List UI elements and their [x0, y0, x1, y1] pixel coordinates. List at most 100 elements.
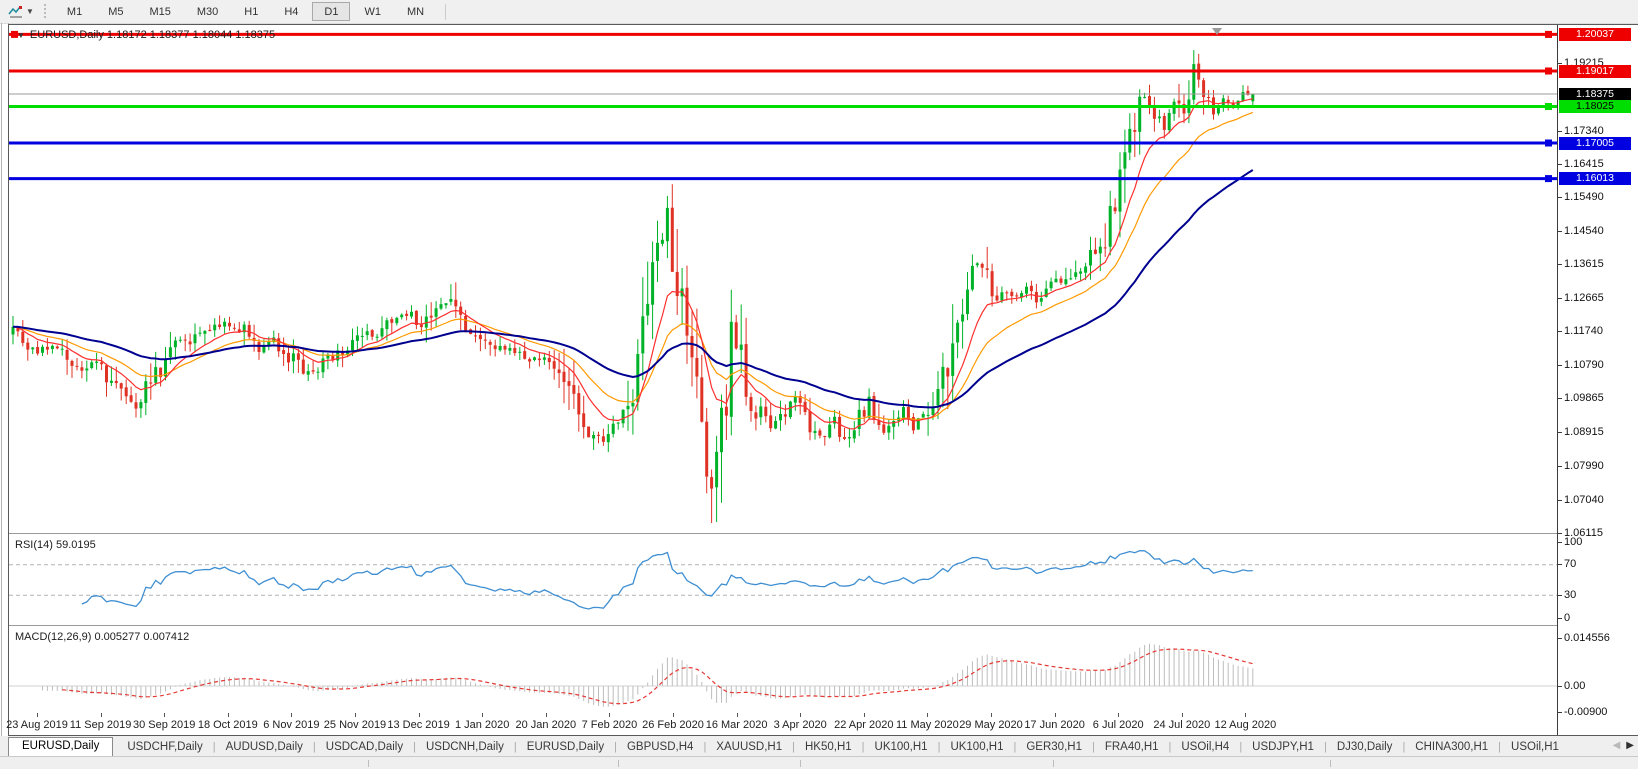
- price-tick-label: 1.11740: [1564, 325, 1603, 338]
- chart-title-text: EURUSD,Daily 1.18172 1.18377 1.18044 1.1…: [30, 29, 275, 41]
- timeframe-button-m30[interactable]: M30: [185, 2, 230, 21]
- chart-tab-usoil-h4[interactable]: USOil,H4: [1171, 739, 1239, 756]
- price-tick-label: 1.14540: [1564, 225, 1604, 238]
- toolbar-caret-icon[interactable]: ▼: [26, 7, 34, 16]
- chart-tab-uk100-h1[interactable]: UK100,H1: [940, 739, 1013, 756]
- price-chart-canvas[interactable]: [9, 25, 1557, 533]
- chart-tab-ger30-h1[interactable]: GER30,H1: [1016, 739, 1092, 756]
- rsi-axis-label: 100: [1564, 536, 1582, 549]
- time-axis-tick: [737, 713, 738, 717]
- level-price-badge: 1.16013: [1559, 172, 1631, 185]
- title-caret-icon[interactable]: ▼: [17, 31, 25, 40]
- price-tick-label: 1.07990: [1564, 460, 1604, 473]
- macd-axis-label: 0.00: [1564, 680, 1585, 693]
- level-price-badge: 1.18025: [1559, 100, 1631, 113]
- macd-axis-label: 0.014556: [1564, 632, 1610, 645]
- timeframe-button-w1[interactable]: W1: [352, 2, 393, 21]
- time-axis-tick: [419, 713, 420, 717]
- toolbar-separator: [445, 4, 446, 20]
- price-tick-label: 1.15490: [1564, 191, 1604, 204]
- price-tick-label: 1.08915: [1564, 426, 1604, 439]
- strip-separator: [1330, 760, 1331, 767]
- price-axis[interactable]: 1.192151.173401.164151.154901.145401.136…: [1557, 25, 1638, 735]
- timeframe-button-mn[interactable]: MN: [395, 2, 436, 21]
- time-axis-tick: [673, 713, 674, 717]
- time-axis-tick: [228, 713, 229, 717]
- time-axis-tick: [800, 713, 801, 717]
- chart-window: ▼ EURUSD,Daily 1.18172 1.18377 1.18044 1.…: [8, 24, 1638, 736]
- tab-scroll-right-icon[interactable]: ▶: [1626, 738, 1634, 754]
- strip-separator: [368, 760, 369, 767]
- chart-tools-icon[interactable]: [6, 3, 26, 21]
- timeframe-button-h1[interactable]: H1: [232, 2, 270, 21]
- date-label: 12 Aug 2020: [1203, 719, 1287, 731]
- time-axis-tick: [609, 713, 610, 717]
- chart-tab-dj30-daily[interactable]: DJ30,Daily: [1327, 739, 1403, 756]
- rsi-axis-label: 30: [1564, 589, 1576, 602]
- chart-tab-usdchf-daily[interactable]: USDCHF,Daily: [117, 739, 212, 756]
- time-axis-tick: [1182, 713, 1183, 717]
- time-axis-tick: [355, 713, 356, 717]
- tab-scroll-left-icon[interactable]: ◀: [1613, 738, 1621, 754]
- current-price-badge: 1.18375: [1559, 88, 1631, 101]
- price-tick-label: 1.10790: [1564, 359, 1604, 372]
- chart-tab-china300-h1[interactable]: CHINA300,H1: [1405, 739, 1498, 756]
- time-axis-tick: [546, 713, 547, 717]
- time-axis-tick: [101, 713, 102, 717]
- chart-tab-eurusd-daily[interactable]: EURUSD,Daily: [517, 739, 614, 756]
- time-axis-tick: [1055, 713, 1056, 717]
- time-axis[interactable]: 23 Aug 201911 Sep 201930 Sep 201918 Oct …: [9, 713, 1557, 735]
- price-tick-label: 1.13615: [1564, 258, 1604, 271]
- time-axis-tick: [864, 713, 865, 717]
- chart-tab-usdcad-daily[interactable]: USDCAD,Daily: [316, 739, 413, 756]
- toolbar-grip-handle[interactable]: [44, 4, 46, 20]
- timeframe-button-m5[interactable]: M5: [96, 2, 135, 21]
- time-axis-tick: [1118, 713, 1119, 717]
- chart-tab-gbpusd-h4[interactable]: GBPUSD,H4: [617, 739, 703, 756]
- strip-separator: [618, 760, 619, 767]
- chart-title: ▼ EURUSD,Daily 1.18172 1.18377 1.18044 1.…: [17, 29, 275, 41]
- time-axis-tick: [37, 713, 38, 717]
- status-strip: [0, 757, 1638, 769]
- rsi-axis-label: 0: [1564, 612, 1570, 625]
- timeframe-button-d1[interactable]: D1: [312, 2, 350, 21]
- timeframe-button-m15[interactable]: M15: [137, 2, 182, 21]
- rsi-chart-canvas[interactable]: [9, 536, 1557, 625]
- time-axis-tick: [482, 713, 483, 717]
- chart-tab-usdcnh-daily[interactable]: USDCNH,Daily: [416, 739, 514, 756]
- level-price-badge: 1.20037: [1559, 28, 1631, 41]
- time-axis-tick: [1245, 713, 1246, 717]
- chart-tab-eurusd-daily[interactable]: EURUSD,Daily: [8, 737, 113, 756]
- time-axis-tick: [927, 713, 928, 717]
- level-price-badge: 1.19017: [1559, 65, 1631, 78]
- price-tick-label: 1.16415: [1564, 158, 1604, 171]
- strip-separator: [1053, 760, 1054, 767]
- time-axis-tick: [291, 713, 292, 717]
- timeframe-button-h4[interactable]: H4: [272, 2, 310, 21]
- chart-tab-fra40-h1[interactable]: FRA40,H1: [1095, 739, 1169, 756]
- chart-tab-usdjpy-h1[interactable]: USDJPY,H1: [1242, 739, 1324, 756]
- macd-label: MACD(12,26,9) 0.005277 0.007412: [15, 631, 189, 643]
- chart-tab-xauusd-h1[interactable]: XAUUSD,H1: [706, 739, 792, 756]
- macd-chart-canvas[interactable]: [9, 628, 1557, 713]
- macd-axis-label: -0.00900: [1564, 706, 1607, 719]
- chart-tab-uk100-h1[interactable]: UK100,H1: [865, 739, 938, 756]
- mt4-workspace: { "toolbar": { "timeframes": ["M1","M5",…: [0, 0, 1638, 769]
- timeframe-buttons: M1M5M15M30H1H4D1W1MN: [54, 2, 437, 21]
- rsi-axis-label: 70: [1564, 558, 1576, 571]
- time-axis-tick: [164, 713, 165, 717]
- top-toolbar: ▼ M1M5M15M30H1H4D1W1MN: [0, 0, 1638, 24]
- price-tick-label: 1.12665: [1564, 292, 1604, 305]
- tab-scroll-buttons: ◀ ▶: [1613, 738, 1634, 754]
- price-tick-label: 1.09865: [1564, 392, 1604, 405]
- price-tick-label: 1.07040: [1564, 494, 1604, 507]
- strip-separator: [800, 760, 801, 767]
- time-axis-tick: [991, 713, 992, 717]
- level-price-badge: 1.17005: [1559, 137, 1631, 150]
- chart-tab-hk50-h1[interactable]: HK50,H1: [795, 739, 862, 756]
- chart-tab-usoil-h1[interactable]: USOil,H1: [1501, 739, 1569, 756]
- timeframe-button-m1[interactable]: M1: [55, 2, 94, 21]
- rsi-label: RSI(14) 59.0195: [15, 539, 96, 551]
- chart-tab-audusd-daily[interactable]: AUDUSD,Daily: [216, 739, 313, 756]
- chart-tabbar: EURUSD,DailyUSDCHF,Daily|AUDUSD,Daily|US…: [0, 736, 1638, 757]
